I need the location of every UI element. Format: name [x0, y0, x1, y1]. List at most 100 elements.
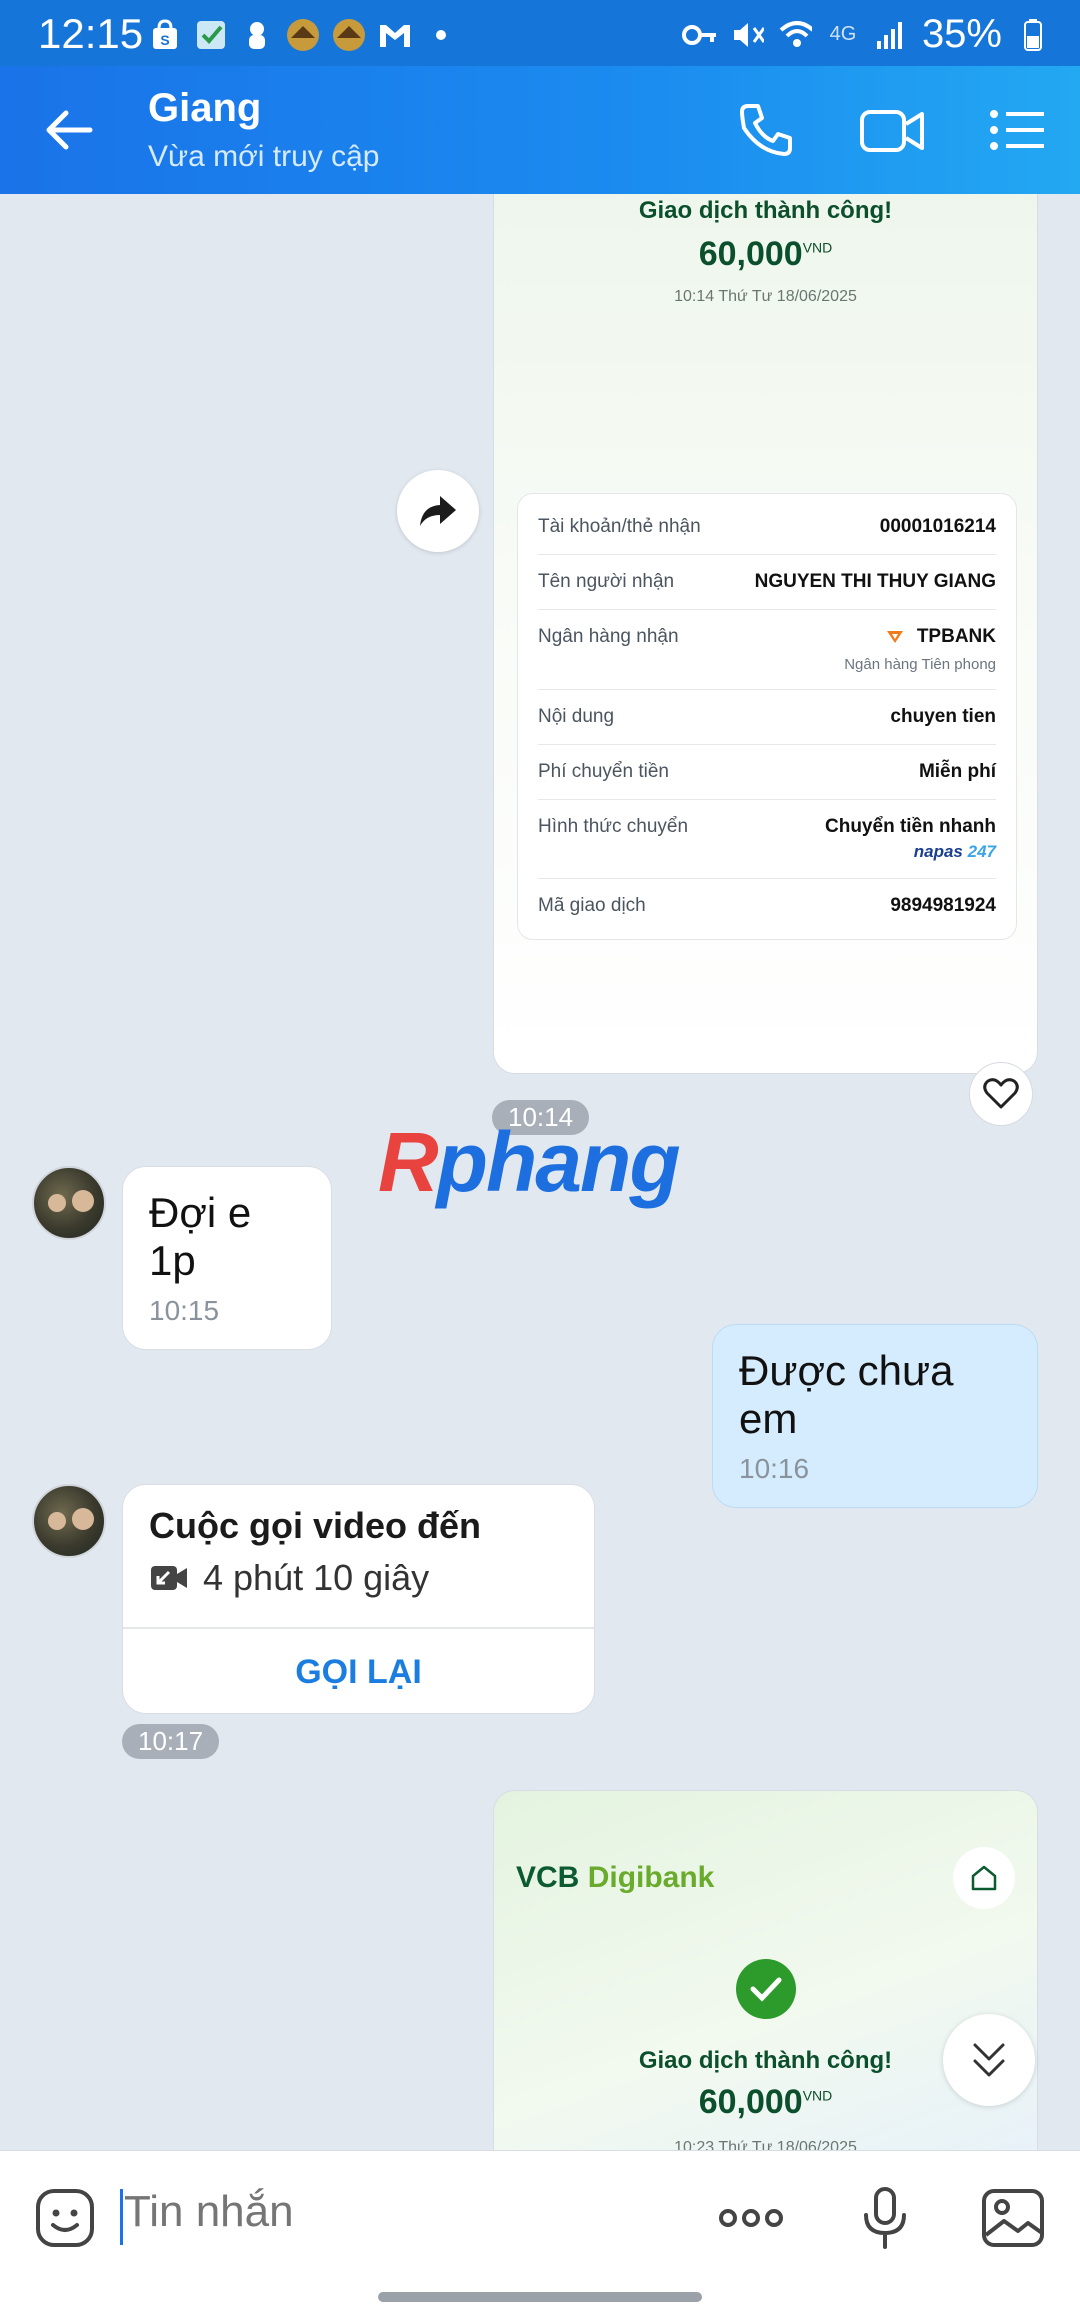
message-text: Đợi e 1p: [149, 1189, 252, 1284]
detail-value: Miễn phí: [918, 761, 996, 782]
more-options-button[interactable]: [716, 2185, 783, 2251]
emoji-button[interactable]: [34, 2187, 96, 2249]
double-chevron-down-icon: [973, 2043, 1005, 2077]
avatar-detail: [48, 1512, 66, 1530]
avatar[interactable]: [32, 1166, 106, 1240]
message-input[interactable]: [124, 2187, 684, 2237]
wifi-icon: [778, 18, 812, 52]
avatar[interactable]: [32, 1484, 106, 1558]
detail-row: Ngân hàng nhận TPBANK Ngân hàng Tiên pho…: [538, 610, 996, 690]
sticker-icon: [36, 2189, 94, 2247]
avatar-detail: [72, 1190, 94, 1212]
chat-thread[interactable]: Giao dịch thành công! 60,000VND 10:14 Th…: [0, 194, 1080, 2150]
list-menu-icon: [990, 110, 1044, 150]
network-type-icon: 4G: [829, 23, 857, 45]
menu-button[interactable]: [988, 98, 1052, 162]
gallery-button[interactable]: [980, 2185, 1046, 2251]
message-time-pill: 10:17: [122, 1724, 220, 1759]
detail-row: Tài khoản/thẻ nhận 00001016214: [538, 500, 996, 555]
detail-row: Nội dung chuyen tien: [538, 690, 996, 745]
phone-icon: [740, 104, 792, 156]
detail-value: 00001016214: [879, 516, 996, 537]
back-button[interactable]: [40, 100, 100, 160]
napas-brand-number: 247: [967, 842, 996, 861]
incoming-video-icon: [151, 1566, 187, 1590]
call-title: Cuộc gọi video đến: [149, 1505, 482, 1546]
video-call-button[interactable]: [858, 98, 924, 162]
logo-part: Digibank: [587, 1861, 715, 1894]
detail-value: chuyen tien: [890, 706, 996, 727]
logo-part: VCB: [516, 1861, 580, 1894]
game-app-icon: [332, 18, 366, 52]
status-bar: 12:15 S 4G 35%: [0, 0, 1080, 66]
detail-label: Tên người nhận: [538, 571, 675, 592]
svg-text:S: S: [160, 32, 169, 48]
transaction-receipt-image[interactable]: Giao dịch thành công! 60,000VND 10:14 Th…: [493, 194, 1038, 1074]
detail-row: Mã giao dịch 9894981924: [538, 879, 996, 933]
voice-message-button[interactable]: [852, 2185, 918, 2251]
notification-icons: S: [148, 18, 458, 52]
home-indicator[interactable]: [378, 2292, 702, 2302]
home-chip: [953, 1847, 1015, 1909]
detail-label: Mã giao dịch: [538, 895, 646, 916]
video-camera-icon: [860, 110, 924, 152]
success-check: [736, 1959, 796, 2019]
missed-video-call-card: Cuộc gọi video đến 4 phút 10 giây GỌI LẠ…: [122, 1484, 595, 1714]
watermark-letter: R: [378, 1115, 439, 1209]
text-caret: [120, 2189, 123, 2245]
outgoing-message[interactable]: Được chưa em 10:16: [712, 1324, 1038, 1508]
game-character-icon: [240, 18, 274, 52]
detail-label: Phí chuyển tiền: [538, 761, 669, 782]
transfer-type: Chuyển tiền nhanh: [825, 816, 996, 837]
image-icon: [982, 2189, 1044, 2247]
amount-currency: VND: [802, 239, 833, 256]
more-notifications-dot: [424, 18, 458, 52]
receipt-datetime: 10:23 Thứ Tư 18/06/2025: [674, 2139, 857, 2150]
watermark-logo: Rphang: [378, 1114, 681, 1211]
checklist-icon: [194, 18, 228, 52]
receipt-datetime: 10:14 Thứ Tư 18/06/2025: [674, 288, 857, 305]
home-icon: [971, 1865, 997, 1891]
contact-name[interactable]: Giang: [148, 86, 261, 131]
chat-header: Giang Vừa mới truy cập: [0, 66, 1080, 194]
detail-row: Phí chuyển tiền Miễn phí: [538, 745, 996, 800]
bank-name: TPBANK: [916, 626, 996, 647]
call-back-button[interactable]: GỌI LẠI: [123, 1629, 594, 1713]
detail-value: TPBANK Ngân hàng Tiên phong: [844, 626, 996, 673]
vcb-digibank-logo: VCB Digibank: [516, 1861, 714, 1895]
receipt-amount: 60,000VND: [494, 235, 1037, 274]
napas-brand: napas: [913, 842, 963, 861]
detail-value: Chuyển tiền nhanh napas 247: [825, 816, 996, 862]
signal-icon: [874, 18, 908, 52]
microphone-icon: [864, 2187, 906, 2249]
status-time: 12:15: [38, 10, 144, 57]
detail-value: 9894981924: [890, 895, 996, 916]
receipt-title: Giao dịch thành công!: [638, 197, 893, 224]
detail-value: NGUYEN THI THUY GIANG: [754, 571, 996, 592]
call-duration: 4 phút 10 giây: [149, 1557, 429, 1599]
amount-currency: VND: [802, 2087, 833, 2104]
battery-percent: 35%: [921, 12, 1002, 56]
detail-row: Tên người nhận NGUYEN THI THUY GIANG: [538, 555, 996, 610]
transaction-receipt-image[interactable]: VCB Digibank Giao dịch thành công! 60,00…: [493, 1790, 1038, 2150]
incoming-message[interactable]: Đợi e 1p 10:15: [122, 1166, 332, 1350]
watermark-text: phang: [436, 1115, 681, 1209]
voice-call-button[interactable]: [734, 98, 798, 162]
arrow-left-icon: [46, 110, 93, 150]
avatar-detail: [72, 1508, 94, 1530]
detail-label: Hình thức chuyển: [538, 816, 689, 837]
game-app-icon: [286, 18, 320, 52]
amount-value: 60,000: [698, 2083, 803, 2121]
react-button[interactable]: [969, 1062, 1033, 1126]
message-text: Được chưa em: [739, 1347, 954, 1442]
shopping-bag-icon: S: [148, 18, 182, 52]
amount-value: 60,000: [698, 235, 803, 273]
scroll-to-bottom-button[interactable]: [943, 2014, 1035, 2106]
message-time: 10:15: [149, 1295, 220, 1326]
contact-status: Vừa mới truy cập: [148, 140, 380, 173]
share-button[interactable]: [397, 470, 479, 552]
more-dots-icon: [719, 2209, 783, 2227]
gmail-icon: [378, 18, 412, 52]
napas-logo: napas 247: [825, 842, 996, 862]
bank-full-name: Ngân hàng Tiên phong: [844, 656, 996, 673]
